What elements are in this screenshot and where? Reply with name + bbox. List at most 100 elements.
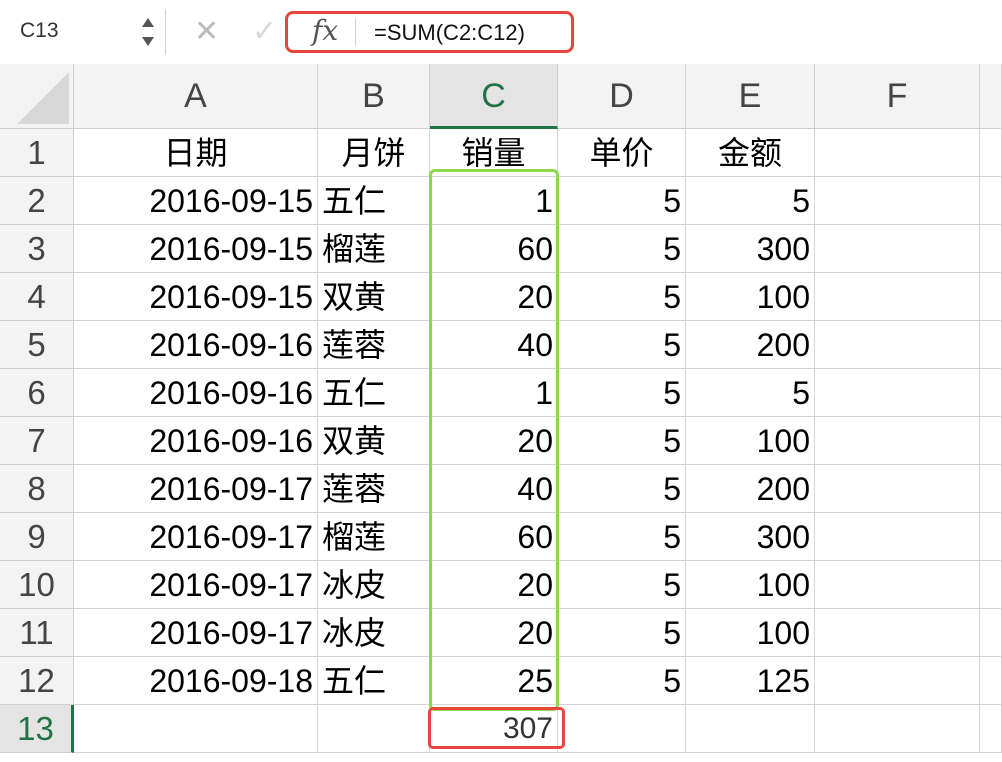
cell-extra-9[interactable] bbox=[980, 513, 1002, 561]
row-header-4[interactable]: 4 bbox=[0, 273, 74, 321]
cell-b9[interactable]: 榴莲 bbox=[318, 513, 430, 561]
cell-b2[interactable]: 五仁 bbox=[318, 177, 430, 225]
cell-d1[interactable]: 单价 bbox=[558, 129, 686, 177]
cell-a13[interactable] bbox=[74, 705, 318, 753]
cell-a2[interactable]: 2016-09-15 bbox=[74, 177, 318, 225]
cell-f2[interactable] bbox=[815, 177, 980, 225]
cell-a4[interactable]: 2016-09-15 bbox=[74, 273, 318, 321]
cell-e1[interactable]: 金额 bbox=[686, 129, 815, 177]
cell-e3[interactable]: 300 bbox=[686, 225, 815, 273]
select-all-button[interactable] bbox=[0, 64, 74, 129]
cell-a6[interactable]: 2016-09-16 bbox=[74, 369, 318, 417]
cell-e6[interactable]: 5 bbox=[686, 369, 815, 417]
cell-f5[interactable] bbox=[815, 321, 980, 369]
function-icon[interactable]: fx bbox=[312, 14, 338, 47]
cell-d13[interactable] bbox=[558, 705, 686, 753]
cell-a12[interactable]: 2016-09-18 bbox=[74, 657, 318, 705]
cell-e13[interactable] bbox=[686, 705, 815, 753]
cell-b4[interactable]: 双黄 bbox=[318, 273, 430, 321]
cell-a9[interactable]: 2016-09-17 bbox=[74, 513, 318, 561]
column-header-f[interactable]: F bbox=[815, 64, 980, 129]
cell-d3[interactable]: 5 bbox=[558, 225, 686, 273]
cell-extra-5[interactable] bbox=[980, 321, 1002, 369]
cell-f8[interactable] bbox=[815, 465, 980, 513]
cell-d12[interactable]: 5 bbox=[558, 657, 686, 705]
cell-extra-4[interactable] bbox=[980, 273, 1002, 321]
cell-f4[interactable] bbox=[815, 273, 980, 321]
cell-b6[interactable]: 五仁 bbox=[318, 369, 430, 417]
cell-f6[interactable] bbox=[815, 369, 980, 417]
column-header-e[interactable]: E bbox=[686, 64, 815, 129]
cell-e12[interactable]: 125 bbox=[686, 657, 815, 705]
cell-d7[interactable]: 5 bbox=[558, 417, 686, 465]
confirm-icon[interactable]: ✓ bbox=[252, 12, 277, 52]
cell-e5[interactable]: 200 bbox=[686, 321, 815, 369]
column-header-extra[interactable] bbox=[980, 64, 1002, 129]
name-box-stepper-icon[interactable] bbox=[142, 16, 156, 50]
row-header-11[interactable]: 11 bbox=[0, 609, 74, 657]
cell-f9[interactable] bbox=[815, 513, 980, 561]
cell-f13[interactable] bbox=[815, 705, 980, 753]
cell-extra-12[interactable] bbox=[980, 657, 1002, 705]
cell-e10[interactable]: 100 bbox=[686, 561, 815, 609]
cell-extra-3[interactable] bbox=[980, 225, 1002, 273]
cell-f1[interactable] bbox=[815, 129, 980, 177]
cell-extra-11[interactable] bbox=[980, 609, 1002, 657]
cell-f12[interactable] bbox=[815, 657, 980, 705]
name-box[interactable]: C13 bbox=[0, 9, 166, 55]
cell-d6[interactable]: 5 bbox=[558, 369, 686, 417]
column-header-a[interactable]: A bbox=[74, 64, 318, 129]
cell-extra-13[interactable] bbox=[980, 705, 1002, 753]
cell-d11[interactable]: 5 bbox=[558, 609, 686, 657]
cell-d4[interactable]: 5 bbox=[558, 273, 686, 321]
row-header-13[interactable]: 13 bbox=[0, 705, 74, 753]
cell-b10[interactable]: 冰皮 bbox=[318, 561, 430, 609]
cell-a8[interactable]: 2016-09-17 bbox=[74, 465, 318, 513]
cell-extra-2[interactable] bbox=[980, 177, 1002, 225]
cell-extra-1[interactable] bbox=[980, 129, 1002, 177]
row-header-5[interactable]: 5 bbox=[0, 321, 74, 369]
cell-extra-8[interactable] bbox=[980, 465, 1002, 513]
cell-e2[interactable]: 5 bbox=[686, 177, 815, 225]
row-header-12[interactable]: 12 bbox=[0, 657, 74, 705]
cell-a1[interactable]: 日期 bbox=[74, 129, 318, 177]
cell-b12[interactable]: 五仁 bbox=[318, 657, 430, 705]
cell-e9[interactable]: 300 bbox=[686, 513, 815, 561]
cell-b5[interactable]: 莲蓉 bbox=[318, 321, 430, 369]
cell-f10[interactable] bbox=[815, 561, 980, 609]
row-header-1[interactable]: 1 bbox=[0, 129, 74, 177]
cell-e4[interactable]: 100 bbox=[686, 273, 815, 321]
cell-d8[interactable]: 5 bbox=[558, 465, 686, 513]
row-header-10[interactable]: 10 bbox=[0, 561, 74, 609]
column-header-b[interactable]: B bbox=[318, 64, 430, 129]
cell-d10[interactable]: 5 bbox=[558, 561, 686, 609]
row-header-2[interactable]: 2 bbox=[0, 177, 74, 225]
formula-input[interactable]: =SUM(C2:C12) bbox=[374, 20, 525, 46]
column-header-c[interactable]: C bbox=[430, 64, 558, 129]
cell-b7[interactable]: 双黄 bbox=[318, 417, 430, 465]
row-header-7[interactable]: 7 bbox=[0, 417, 74, 465]
cell-b3[interactable]: 榴莲 bbox=[318, 225, 430, 273]
cell-d9[interactable]: 5 bbox=[558, 513, 686, 561]
row-header-9[interactable]: 9 bbox=[0, 513, 74, 561]
cancel-icon[interactable]: ✕ bbox=[194, 12, 219, 52]
cell-a10[interactable]: 2016-09-17 bbox=[74, 561, 318, 609]
cell-extra-6[interactable] bbox=[980, 369, 1002, 417]
cell-e7[interactable]: 100 bbox=[686, 417, 815, 465]
cell-d5[interactable]: 5 bbox=[558, 321, 686, 369]
row-header-8[interactable]: 8 bbox=[0, 465, 74, 513]
cell-f3[interactable] bbox=[815, 225, 980, 273]
cell-b13[interactable] bbox=[318, 705, 430, 753]
cell-e11[interactable]: 100 bbox=[686, 609, 815, 657]
cell-extra-7[interactable] bbox=[980, 417, 1002, 465]
column-header-d[interactable]: D bbox=[558, 64, 686, 129]
cell-b11[interactable]: 冰皮 bbox=[318, 609, 430, 657]
cell-e8[interactable]: 200 bbox=[686, 465, 815, 513]
cell-b1[interactable]: 月饼 bbox=[318, 129, 430, 177]
row-header-3[interactable]: 3 bbox=[0, 225, 74, 273]
row-header-6[interactable]: 6 bbox=[0, 369, 74, 417]
cell-d2[interactable]: 5 bbox=[558, 177, 686, 225]
cell-a5[interactable]: 2016-09-16 bbox=[74, 321, 318, 369]
cell-f11[interactable] bbox=[815, 609, 980, 657]
cell-extra-10[interactable] bbox=[980, 561, 1002, 609]
